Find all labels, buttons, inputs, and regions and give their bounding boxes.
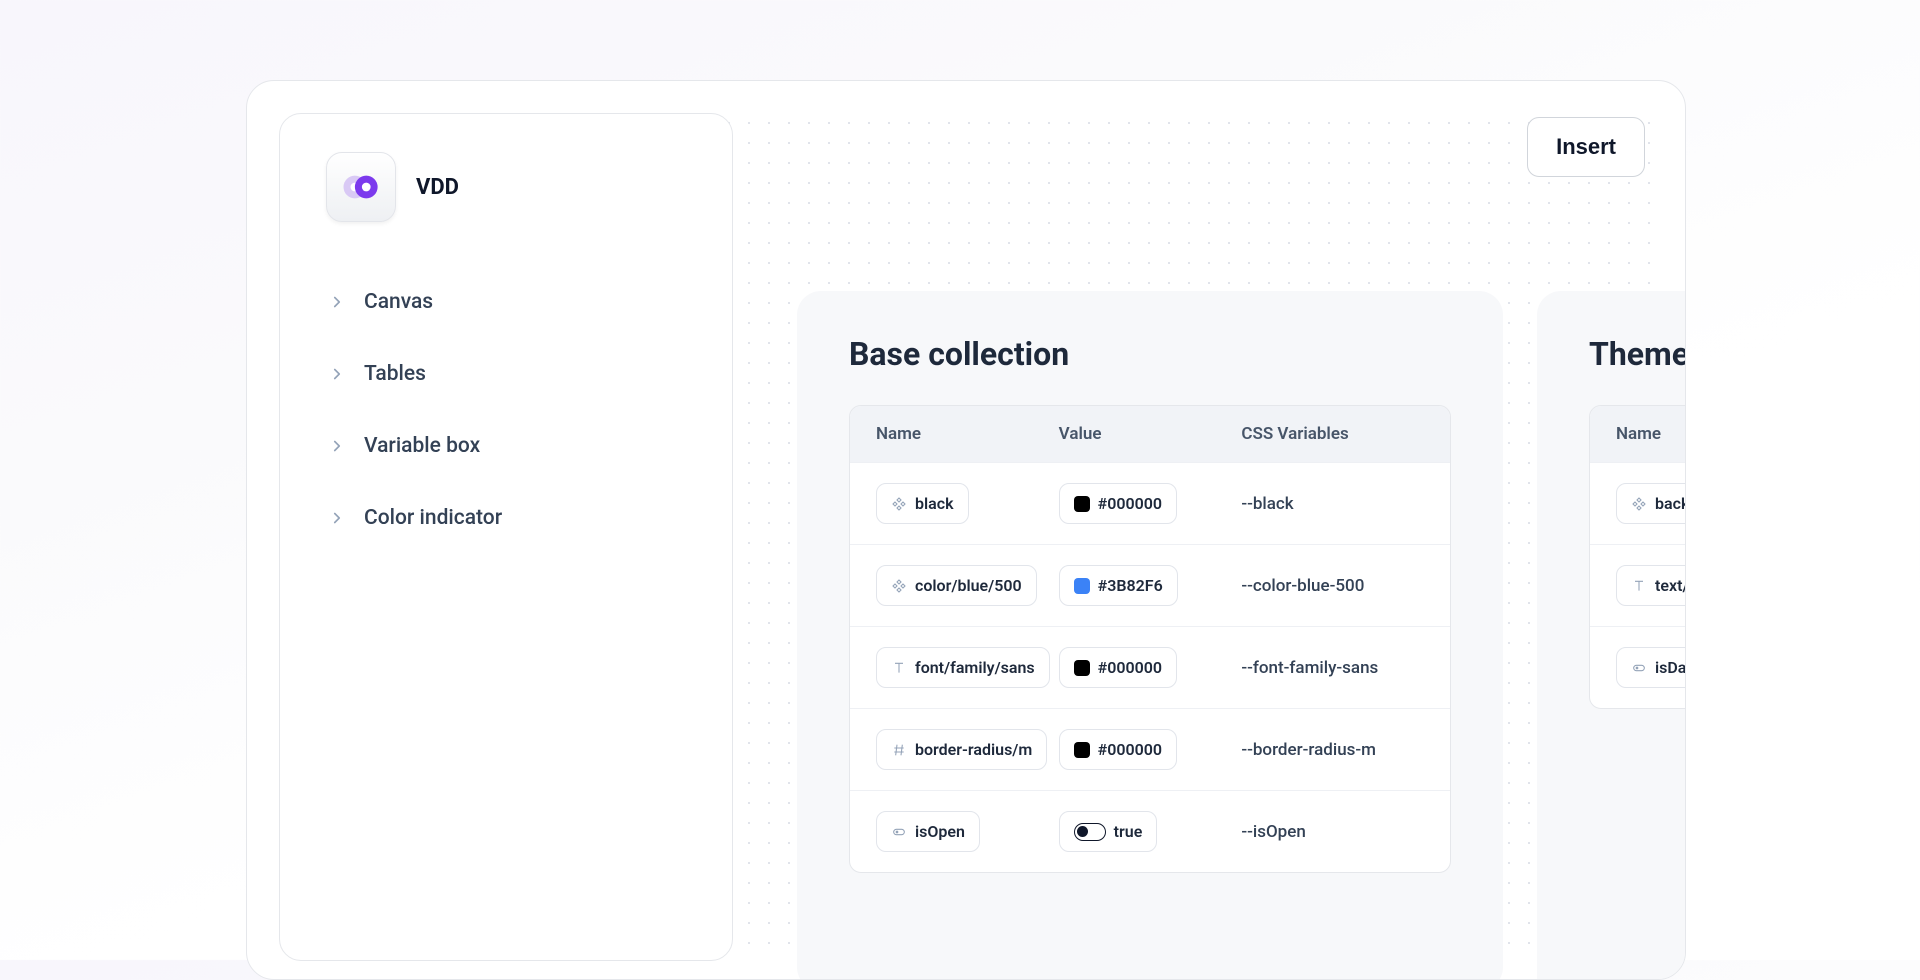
chevron-right-icon bbox=[328, 293, 346, 311]
variable-name: black bbox=[915, 494, 954, 513]
table-row[interactable]: font/family/sans #000000 --font-family-san… bbox=[850, 626, 1450, 708]
table-row[interactable]: border-radius/m #000000 --border-radius-m bbox=[850, 708, 1450, 790]
text-icon bbox=[1631, 578, 1647, 594]
css-variable-name: --font-family-sans bbox=[1241, 658, 1424, 678]
variable-name-chip[interactable]: backg bbox=[1616, 483, 1686, 524]
table-row[interactable]: isOpen true --isOpen bbox=[850, 790, 1450, 872]
variable-name-chip[interactable]: text/p bbox=[1616, 565, 1686, 606]
sidebar-item-label: Color indicator bbox=[364, 506, 502, 530]
variable-name-chip[interactable]: font/family/sans bbox=[876, 647, 1050, 688]
variable-name: color/blue/500 bbox=[915, 576, 1022, 595]
text-icon bbox=[891, 660, 907, 676]
table-row[interactable]: text/p bbox=[1590, 544, 1686, 626]
sidebar-item-label: Canvas bbox=[364, 290, 433, 314]
panel-theme: Theme Name backg text/p isDark bbox=[1537, 291, 1686, 980]
sidebar-item-variable-box[interactable]: Variable box bbox=[310, 412, 702, 480]
boolean-icon bbox=[1631, 660, 1647, 676]
panel-title: Theme bbox=[1589, 335, 1686, 373]
variable-name: text/p bbox=[1655, 576, 1686, 595]
variable-value-chip[interactable]: #000000 bbox=[1059, 729, 1177, 770]
component-icon bbox=[1631, 496, 1647, 512]
app-window: Insert VDD Canvas Tables bbox=[246, 80, 1686, 980]
app-name: VDD bbox=[416, 175, 459, 200]
variable-name: border-radius/m bbox=[915, 740, 1032, 759]
chevron-right-icon bbox=[328, 437, 346, 455]
sidebar-item-color-indicator[interactable]: Color indicator bbox=[310, 484, 702, 552]
component-icon bbox=[891, 578, 907, 594]
boolean-icon bbox=[891, 824, 907, 840]
variable-name-chip[interactable]: color/blue/500 bbox=[876, 565, 1037, 606]
hash-icon bbox=[891, 742, 907, 758]
css-variable-name: --color-blue-500 bbox=[1241, 576, 1424, 596]
variable-name: backg bbox=[1655, 494, 1686, 513]
color-swatch bbox=[1074, 660, 1090, 676]
variable-name-chip[interactable]: isOpen bbox=[876, 811, 980, 852]
col-header-name: Name bbox=[876, 424, 1059, 444]
col-header-cssvar: CSS Variables bbox=[1241, 424, 1424, 444]
sidebar-item-label: Variable box bbox=[364, 434, 480, 458]
sidebar: VDD Canvas Tables Variable box Color ind… bbox=[279, 113, 733, 961]
css-variable-name: --black bbox=[1241, 494, 1424, 514]
variable-name-chip[interactable]: isDark bbox=[1616, 647, 1686, 688]
variable-value: #000000 bbox=[1098, 658, 1162, 677]
variable-name-chip[interactable]: border-radius/m bbox=[876, 729, 1047, 770]
color-swatch bbox=[1074, 578, 1090, 594]
table-row[interactable]: backg bbox=[1590, 462, 1686, 544]
sidebar-item-label: Tables bbox=[364, 362, 426, 386]
toggle-icon bbox=[1074, 823, 1106, 841]
col-header-name: Name bbox=[1616, 424, 1686, 444]
variables-table-theme: Name backg text/p isDark bbox=[1589, 405, 1686, 709]
variable-value-chip[interactable]: true bbox=[1059, 811, 1158, 852]
col-header-value: Value bbox=[1059, 424, 1242, 444]
sidebar-item-tables[interactable]: Tables bbox=[310, 340, 702, 408]
app-icon bbox=[326, 152, 396, 222]
table-header-row: Name Value CSS Variables bbox=[850, 406, 1450, 462]
insert-button[interactable]: Insert bbox=[1527, 117, 1645, 177]
variable-value-chip[interactable]: #000000 bbox=[1059, 647, 1177, 688]
table-row[interactable]: color/blue/500 #3B82F6 --color-blue-500 bbox=[850, 544, 1450, 626]
sidebar-item-canvas[interactable]: Canvas bbox=[310, 268, 702, 336]
component-icon bbox=[891, 496, 907, 512]
variable-value: #000000 bbox=[1098, 494, 1162, 513]
variable-name: isOpen bbox=[915, 822, 965, 841]
sidebar-nav: Canvas Tables Variable box Color indicat… bbox=[310, 268, 702, 552]
table-row[interactable]: black #000000 --black bbox=[850, 462, 1450, 544]
variables-table: Name Value CSS Variables black #000000 --b… bbox=[849, 405, 1451, 873]
variable-name: font/family/sans bbox=[915, 658, 1035, 677]
app-header: VDD bbox=[310, 152, 702, 222]
css-variable-name: --isOpen bbox=[1241, 822, 1424, 842]
variable-value-chip[interactable]: #3B82F6 bbox=[1059, 565, 1178, 606]
panel-base-collection: Base collection Name Value CSS Variables… bbox=[797, 291, 1503, 980]
chevron-right-icon bbox=[328, 365, 346, 383]
css-variable-name: --border-radius-m bbox=[1241, 740, 1424, 760]
variable-value: #3B82F6 bbox=[1098, 576, 1163, 595]
color-swatch bbox=[1074, 496, 1090, 512]
panel-title: Base collection bbox=[849, 335, 1451, 373]
variable-name-chip[interactable]: black bbox=[876, 483, 969, 524]
variable-value-chip[interactable]: #000000 bbox=[1059, 483, 1177, 524]
variable-name: isDark bbox=[1655, 658, 1686, 677]
color-swatch bbox=[1074, 742, 1090, 758]
chevron-right-icon bbox=[328, 509, 346, 527]
variable-value: true bbox=[1114, 822, 1143, 841]
table-header-row: Name bbox=[1590, 406, 1686, 462]
table-row[interactable]: isDark bbox=[1590, 626, 1686, 708]
variable-value: #000000 bbox=[1098, 740, 1162, 759]
